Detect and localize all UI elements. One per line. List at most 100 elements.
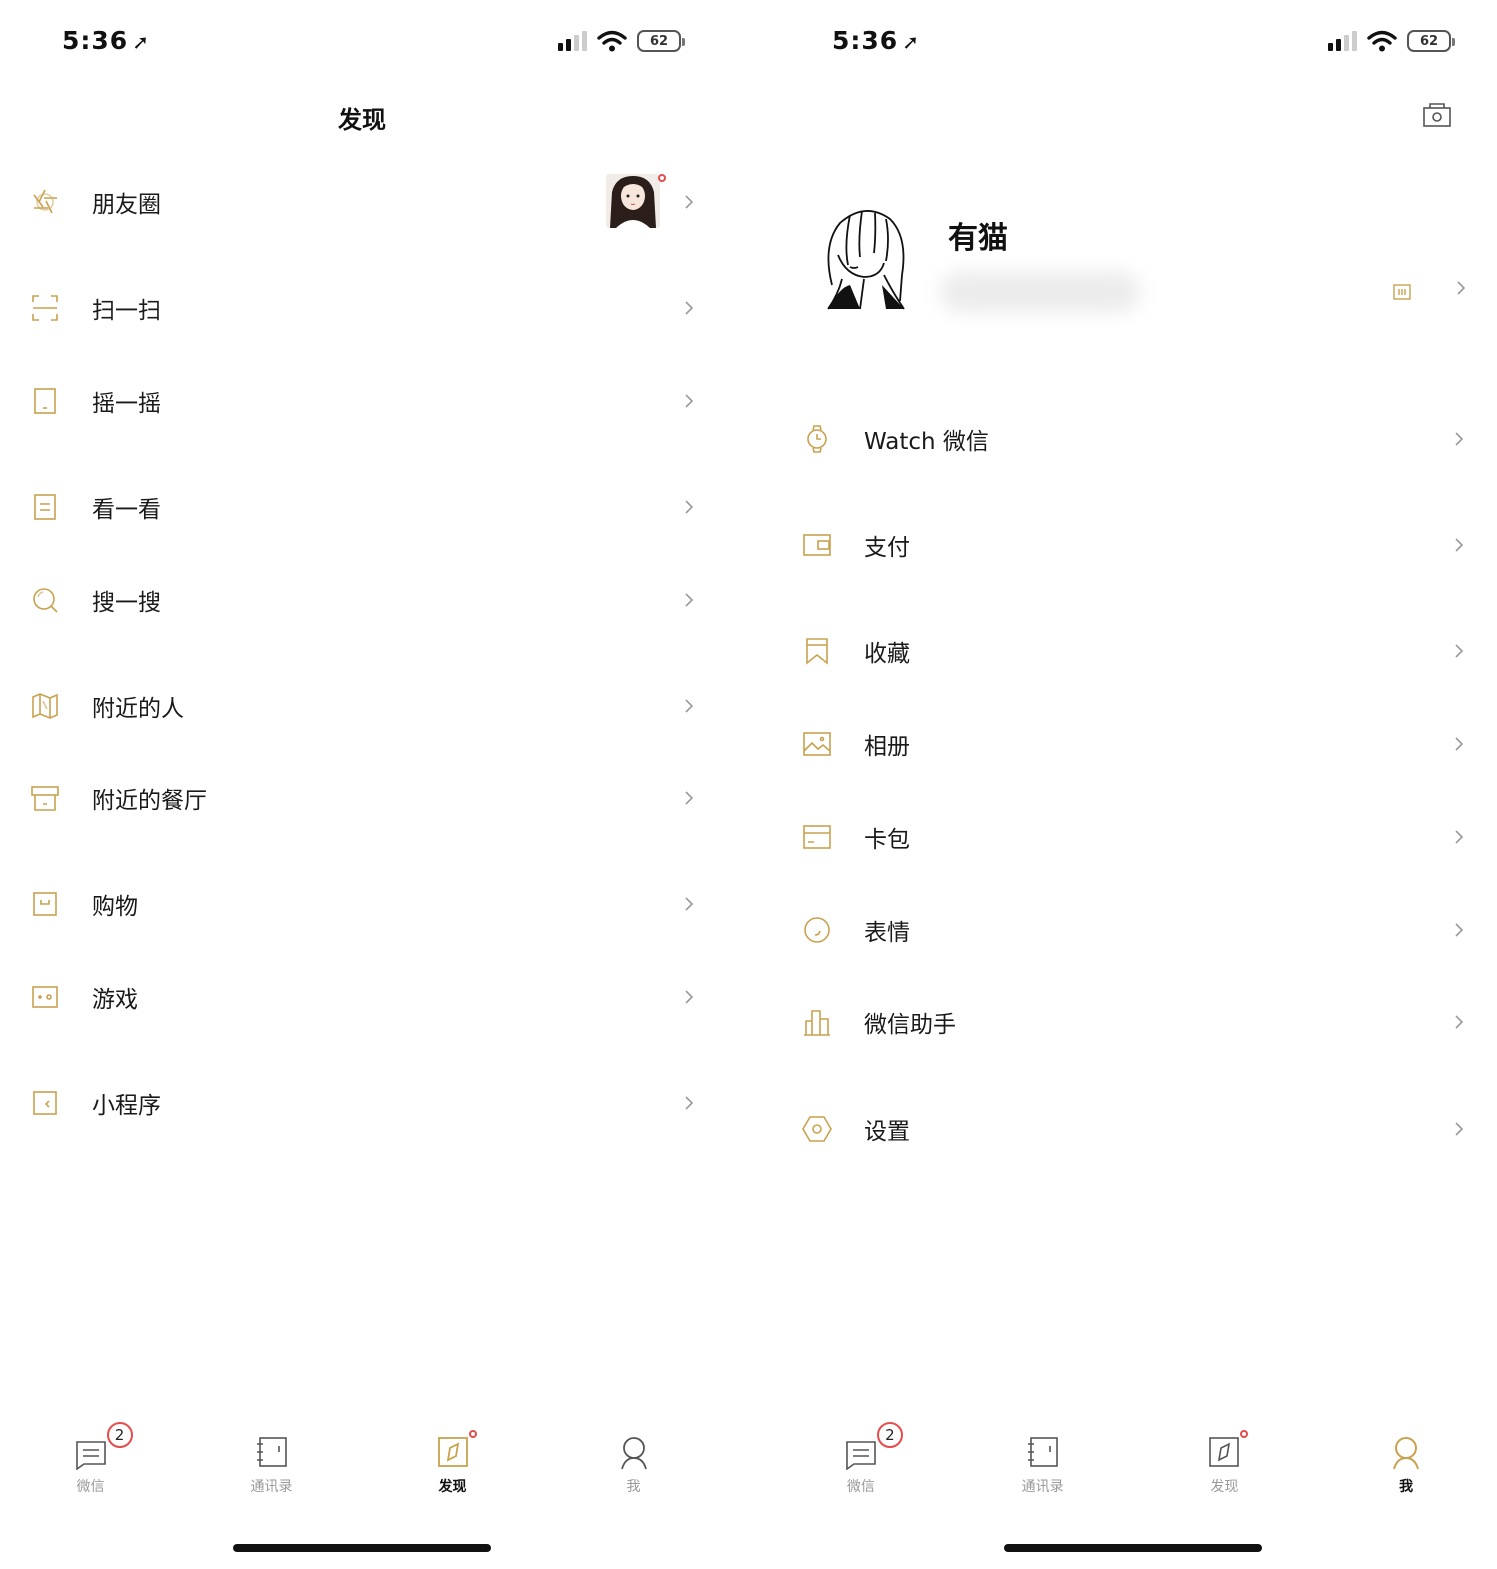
- shopping-icon: [30, 889, 60, 919]
- search-icon: [30, 585, 60, 615]
- new-dot: [468, 1430, 477, 1438]
- chevron-right-icon: [1455, 432, 1464, 446]
- list-item-label: 收藏: [864, 641, 910, 667]
- chevron-right-icon: [685, 1096, 694, 1110]
- profile-name: 有猫: [948, 221, 1008, 256]
- contacts-icon: [256, 1437, 287, 1467]
- list-item-cards[interactable]: 卡包: [770, 807, 1497, 867]
- status-indicators: 62: [1328, 28, 1455, 54]
- battery-icon: 62: [1407, 30, 1455, 52]
- status-bar: 5:36 ➚ 62: [0, 18, 770, 62]
- chevron-right-icon: [1455, 538, 1464, 552]
- chevron-right-icon: [1455, 1015, 1464, 1029]
- wallet-icon: [802, 530, 832, 560]
- status-bar: 5:36 ➚ 62: [770, 18, 1497, 62]
- shake-icon: [30, 386, 60, 416]
- avatar[interactable]: [820, 205, 910, 313]
- tab-discover[interactable]: 发现: [1134, 1420, 1316, 1510]
- list-item-label: 小程序: [92, 1093, 161, 1119]
- chevron-right-icon: [1455, 923, 1464, 937]
- tab-me[interactable]: 我: [1315, 1420, 1497, 1510]
- tab-contacts[interactable]: 通讯录: [952, 1420, 1134, 1510]
- chevron-right-icon: [685, 791, 694, 805]
- tab-bar: 微信 2 通讯录 发现 我: [770, 1420, 1497, 1510]
- tab-label: 发现: [1210, 1479, 1239, 1495]
- home-indicator: [1004, 1544, 1262, 1552]
- list-item-games[interactable]: 游戏: [0, 967, 724, 1027]
- qr-code-icon[interactable]: [1392, 282, 1412, 302]
- discover-screen: 5:36 ➚ 62 发现 朋友圈 扫一扫 摇一摇 看一看 搜一搜 附近的人 附近…: [0, 0, 770, 1569]
- list-item-label: 看一看: [92, 497, 161, 523]
- list-item-label: 微信助手: [864, 1012, 956, 1038]
- tab-bar: 微信 2 通讯录 发现 我: [0, 1420, 724, 1510]
- moments-thumbnail: [606, 174, 660, 228]
- chevron-right-icon: [685, 897, 694, 911]
- wifi-icon: [1367, 30, 1397, 52]
- chats-icon: [75, 1441, 106, 1470]
- chevron-right-icon: [685, 990, 694, 1004]
- compass-icon: [1209, 1437, 1240, 1467]
- list-item-label: 支付: [864, 535, 910, 561]
- list-item-search[interactable]: 搜一搜: [0, 570, 724, 630]
- list-item-watch[interactable]: Watch 微信: [770, 409, 1497, 469]
- list-item-shake[interactable]: 摇一摇: [0, 371, 724, 431]
- tab-label: 发现: [438, 1479, 467, 1495]
- list-item-stickers[interactable]: 表情: [770, 900, 1497, 960]
- list-item-people-nearby[interactable]: 附近的人: [0, 676, 724, 736]
- list-item-label: 附近的餐厅: [92, 788, 207, 814]
- list-item-label: Watch 微信: [864, 429, 989, 455]
- list-item-label: 搜一搜: [92, 590, 161, 616]
- camera-icon[interactable]: [1422, 102, 1452, 128]
- chevron-right-icon: [685, 500, 694, 514]
- list-item-assistant[interactable]: 微信助手: [770, 992, 1497, 1052]
- compass-icon: [437, 1437, 468, 1467]
- list-item-label: 购物: [92, 894, 138, 920]
- cellular-signal-icon: [558, 31, 587, 51]
- tab-chats[interactable]: 微信 2: [0, 1420, 181, 1510]
- list-item-label: 摇一摇: [92, 391, 161, 417]
- card-icon: [802, 822, 832, 852]
- list-item-pay[interactable]: 支付: [770, 515, 1497, 575]
- mini-program-icon: [30, 1088, 60, 1118]
- list-item-settings[interactable]: 设置: [770, 1099, 1497, 1159]
- new-moments-dot: [658, 174, 666, 182]
- chevron-right-icon: [685, 699, 694, 713]
- list-item-label: 朋友圈: [92, 192, 161, 218]
- status-time: 5:36 ➚: [62, 26, 150, 55]
- wechat-id-redacted: [940, 272, 1140, 312]
- home-indicator: [233, 1544, 491, 1552]
- list-item-shopping[interactable]: 购物: [0, 874, 724, 934]
- list-item-mini-programs[interactable]: 小程序: [0, 1073, 724, 1133]
- tab-me[interactable]: 我: [543, 1420, 724, 1510]
- chevron-right-icon: [1455, 830, 1464, 844]
- chevron-right-icon: [685, 593, 694, 607]
- person-icon: [1393, 1437, 1420, 1470]
- list-item-top-stories[interactable]: 看一看: [0, 477, 724, 537]
- restaurant-icon: [30, 783, 60, 813]
- list-item-label: 卡包: [864, 827, 910, 853]
- tab-label: 我: [1399, 1479, 1414, 1495]
- list-item-favorites[interactable]: 收藏: [770, 621, 1497, 681]
- location-arrow-icon: ➚: [132, 30, 150, 54]
- top-stories-icon: [30, 492, 60, 522]
- contacts-icon: [1027, 1437, 1058, 1467]
- new-dot: [1240, 1430, 1249, 1438]
- scan-icon: [30, 293, 60, 323]
- list-item-label: 附近的人: [92, 696, 184, 722]
- list-item-label: 表情: [864, 920, 910, 946]
- bookmark-icon: [802, 636, 832, 666]
- chevron-right-icon[interactable]: [1454, 278, 1468, 298]
- list-item-album[interactable]: 相册: [770, 714, 1497, 774]
- chevron-right-icon: [685, 301, 694, 315]
- tab-label: 微信: [846, 1479, 875, 1495]
- assistant-icon: [802, 1007, 832, 1037]
- person-icon: [620, 1437, 647, 1470]
- list-item-scan[interactable]: 扫一扫: [0, 278, 724, 338]
- tab-contacts[interactable]: 通讯录: [181, 1420, 362, 1510]
- list-item-restaurants-nearby[interactable]: 附近的餐厅: [0, 768, 724, 828]
- tab-discover[interactable]: 发现: [362, 1420, 543, 1510]
- list-item-label: 设置: [864, 1119, 910, 1145]
- location-arrow-icon: ➚: [902, 30, 920, 54]
- status-time: 5:36 ➚: [832, 26, 920, 55]
- tab-chats[interactable]: 微信 2: [770, 1420, 952, 1510]
